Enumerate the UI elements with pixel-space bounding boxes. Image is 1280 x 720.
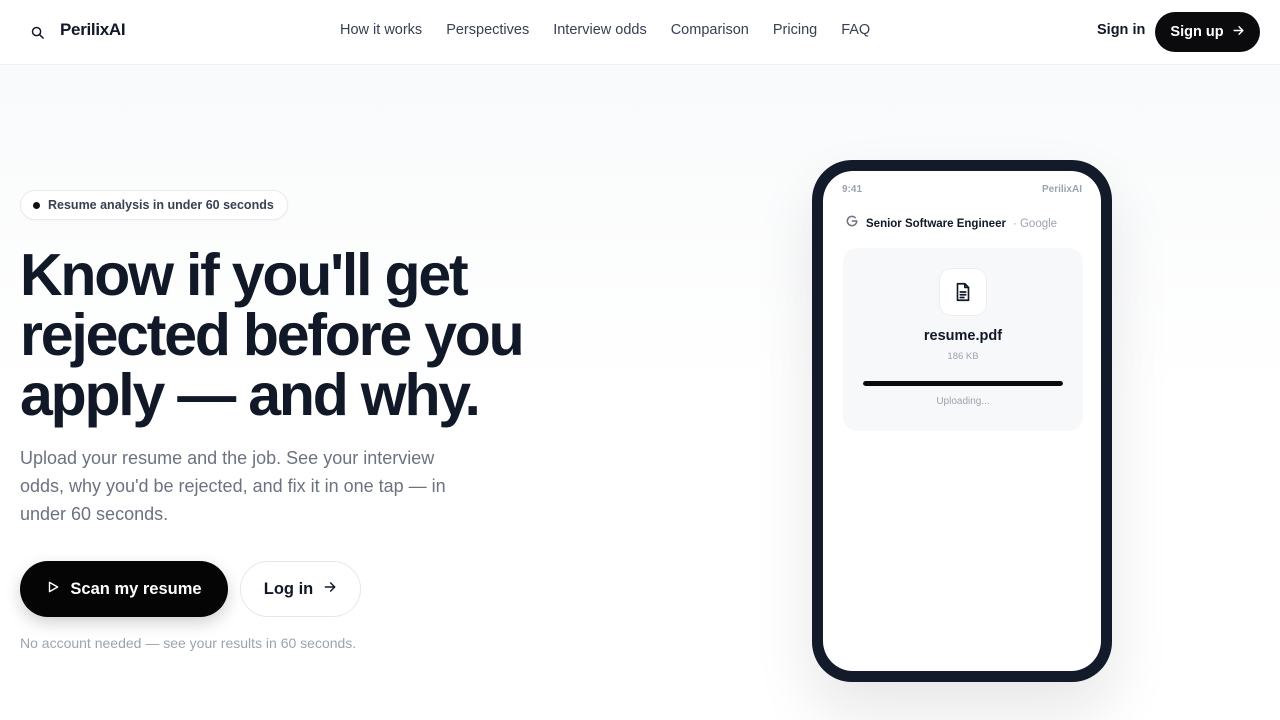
badge-dot-icon <box>33 201 40 209</box>
phone-screen: 9:41 PerilixAI Senior Software Engineer … <box>823 171 1101 671</box>
play-icon <box>46 580 60 599</box>
log-in-label: Log in <box>263 579 314 598</box>
google-icon <box>845 214 859 233</box>
brand-logo[interactable]: PerilixAI <box>60 20 126 40</box>
nav-link-comparison[interactable]: Comparison <box>671 22 749 38</box>
headline-line: rejected before you <box>20 302 525 368</box>
document-icon <box>939 268 987 316</box>
search-icon[interactable] <box>27 22 47 42</box>
upload-status: Uploading... <box>936 396 990 407</box>
upload-card: resume.pdf 186 KB Uploading... <box>843 248 1083 431</box>
badge-text: Resume analysis in under 60 seconds <box>48 198 274 212</box>
scan-resume-button[interactable]: Scan my resume <box>20 561 228 617</box>
headline-line: Know if you'll get <box>20 242 469 308</box>
sign-in-link[interactable]: Sign in <box>1097 22 1145 38</box>
job-title: Senior Software Engineer <box>866 217 1006 230</box>
file-size: 186 KB <box>947 351 979 362</box>
phone-mockup: 9:41 PerilixAI Senior Software Engineer … <box>812 160 1112 682</box>
nav-link-how-it-works[interactable]: How it works <box>340 22 422 38</box>
nav-link-interview-odds[interactable]: Interview odds <box>553 22 647 38</box>
job-row: Senior Software Engineer · Google <box>845 214 1057 233</box>
arrow-right-icon <box>1232 24 1245 41</box>
status-time: 9:41 <box>842 184 863 195</box>
sign-up-button[interactable]: Sign up <box>1155 12 1260 52</box>
nav-links: How it works Perspectives Interview odds… <box>340 22 870 38</box>
scan-resume-label: Scan my resume <box>70 579 202 598</box>
sign-up-label: Sign up <box>1170 24 1224 40</box>
upload-progress-fill <box>863 381 1063 386</box>
top-nav: PerilixAI How it works Perspectives Inte… <box>0 0 1280 65</box>
file-name: resume.pdf <box>923 328 1003 344</box>
hero-subheadline: Upload your resume and the job. See your… <box>20 448 446 524</box>
nav-link-perspectives[interactable]: Perspectives <box>446 22 529 38</box>
arrow-right-icon <box>323 580 337 599</box>
nav-link-faq[interactable]: FAQ <box>841 22 870 38</box>
hero-headline: Know if you'll get rejected before you a… <box>20 245 640 425</box>
upload-progress-bar <box>863 381 1063 386</box>
job-company: · Google <box>1012 217 1058 230</box>
hero-badge: Resume analysis in under 60 seconds <box>20 190 288 220</box>
status-app-name: PerilixAI <box>1041 184 1082 195</box>
headline-line: apply — and why. <box>20 362 481 428</box>
log-in-button[interactable]: Log in <box>240 561 361 617</box>
hero-note: No account needed — see your results in … <box>20 635 357 651</box>
nav-link-pricing[interactable]: Pricing <box>773 22 817 38</box>
